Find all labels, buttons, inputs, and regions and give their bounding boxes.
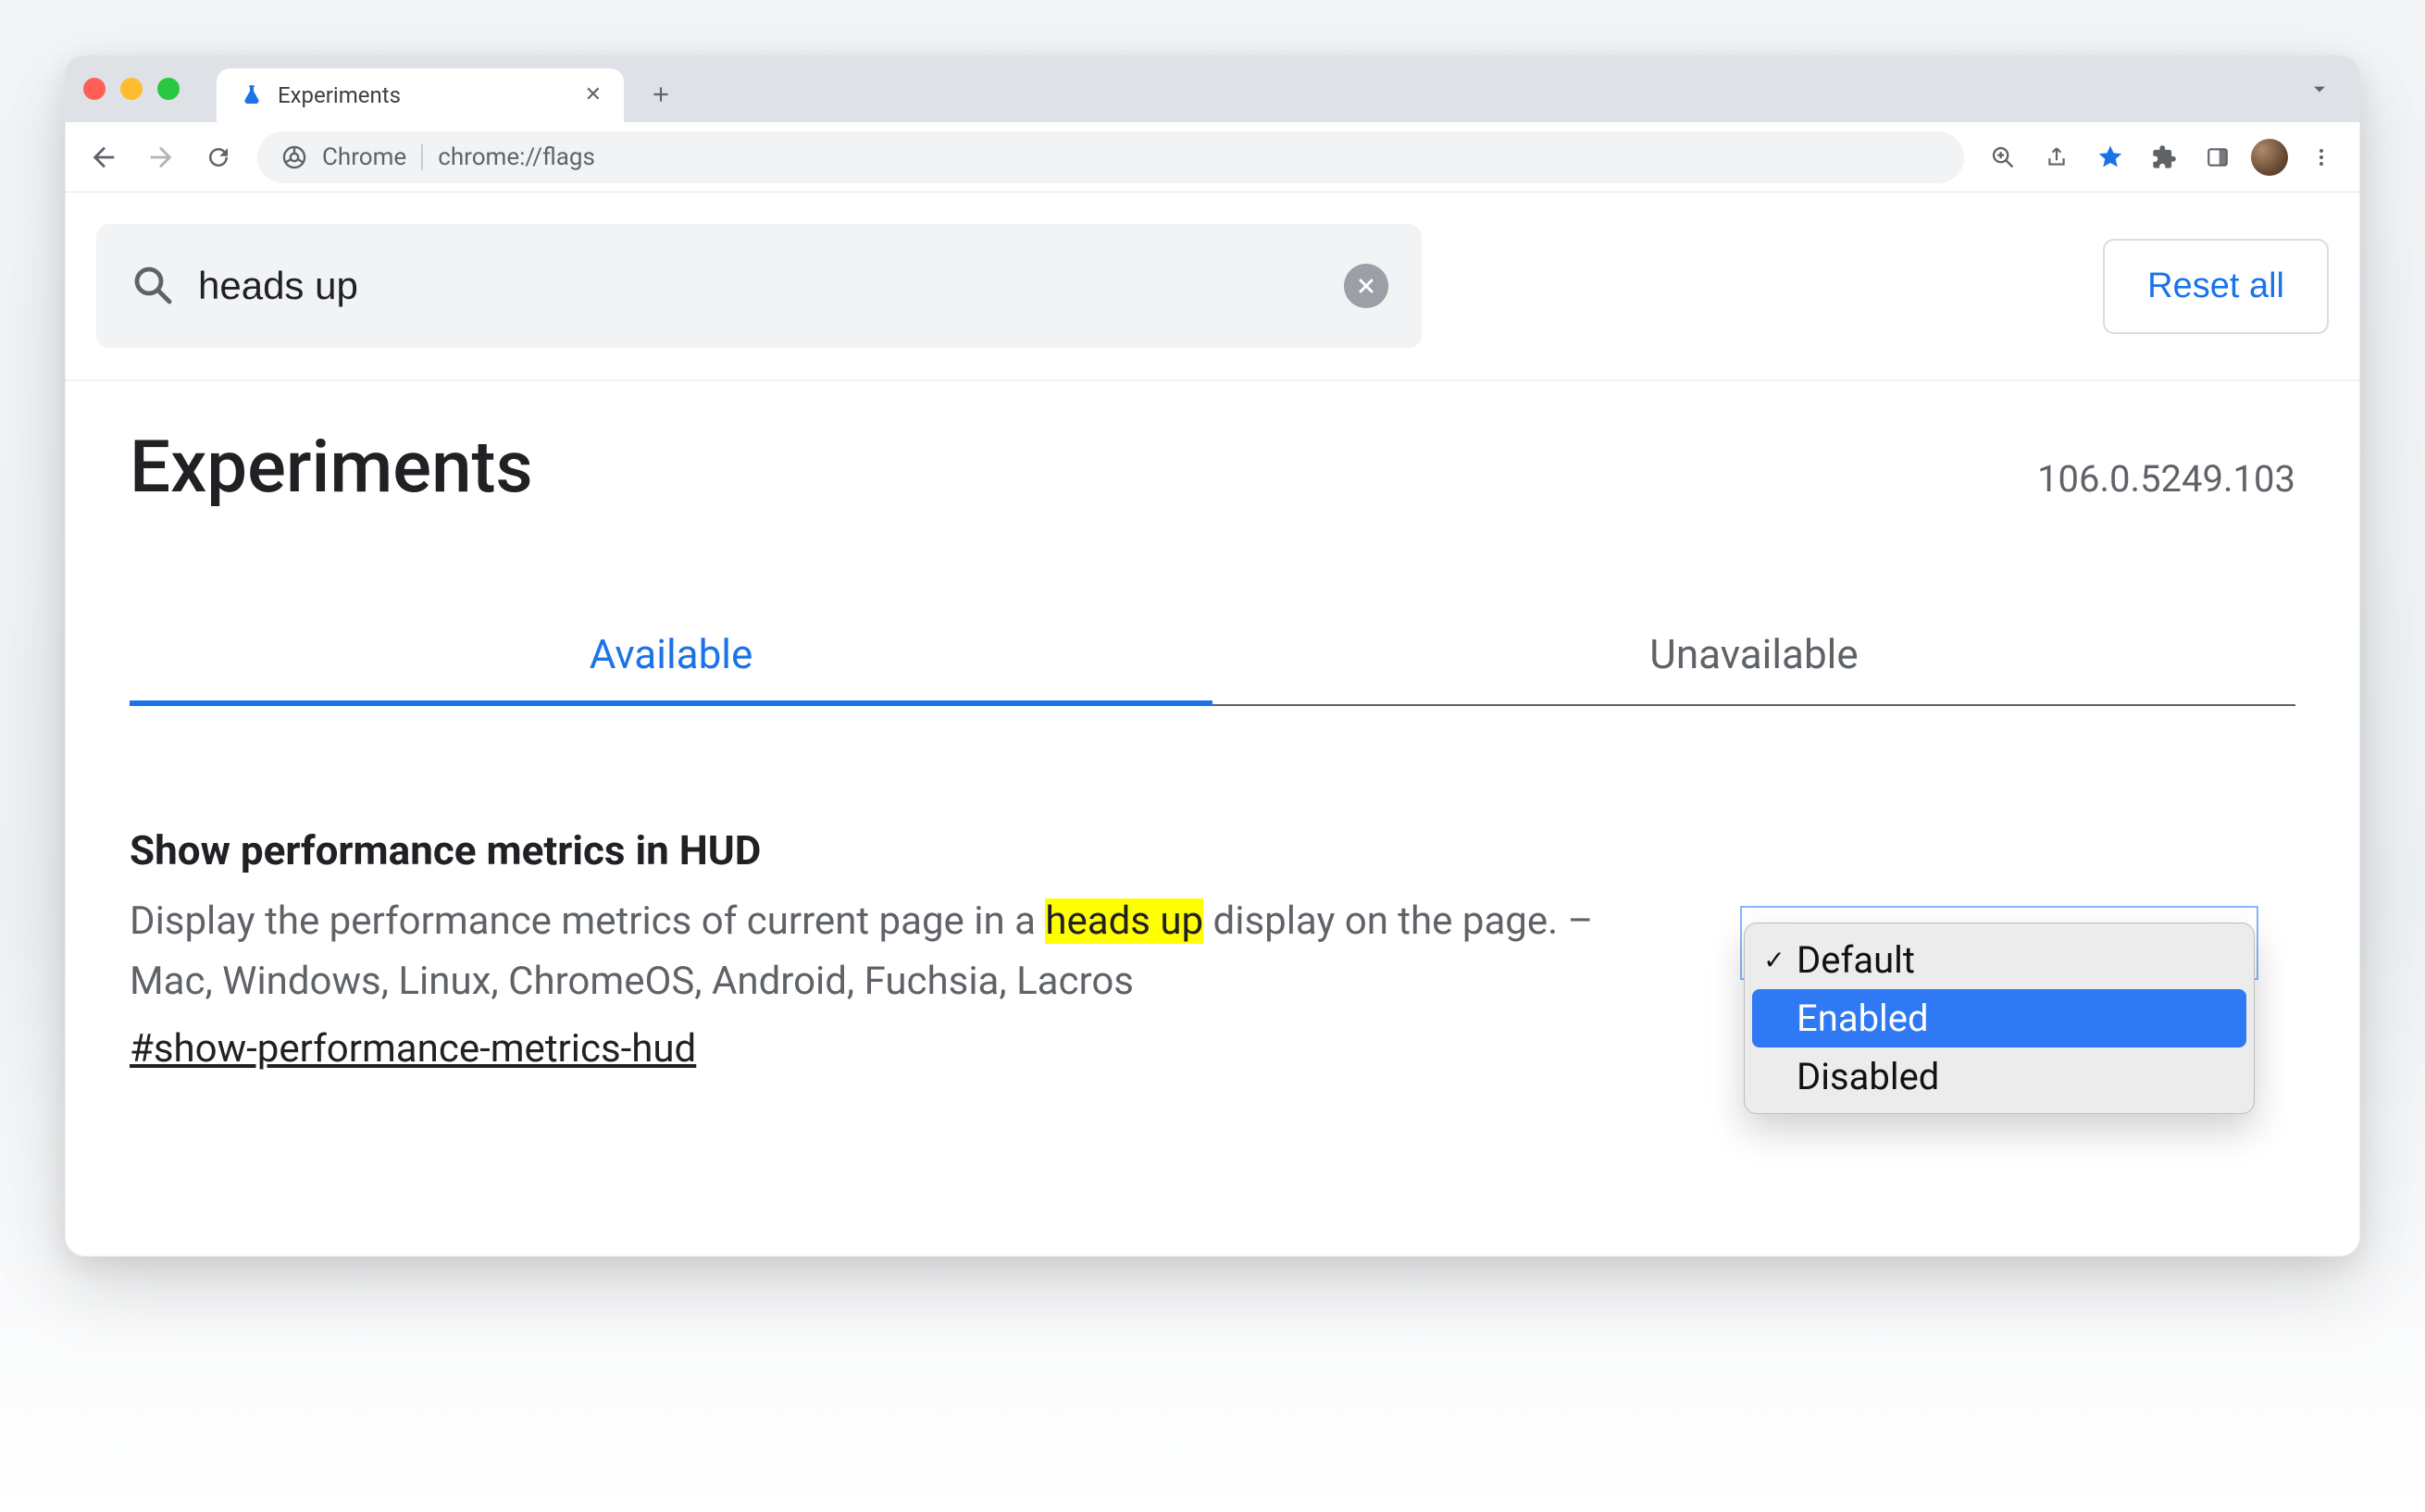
zoom-button[interactable]: [1977, 131, 2029, 183]
browser-window: Experiments ✕ Chrome chrome://flags: [65, 56, 2360, 1257]
page-title: Experiments: [130, 426, 533, 510]
sidepanel-button[interactable]: [2192, 131, 2244, 183]
experiment-tabs: Available Unavailable: [130, 630, 2295, 706]
flag-anchor-link[interactable]: #show-performance-metrics-hud: [130, 1026, 696, 1072]
window-close-button[interactable]: [83, 78, 106, 100]
toolbar: Chrome chrome://flags: [65, 122, 2360, 192]
flag-text: Show performance metrics in HUD Display …: [130, 826, 1685, 1072]
reload-button[interactable]: [193, 131, 244, 183]
option-disabled-label: Disabled: [1797, 1055, 1939, 1098]
search-icon: [130, 262, 174, 310]
flags-page: Reset all Experiments 106.0.5249.103 Ava…: [65, 192, 2360, 1257]
version-label: 106.0.5249.103: [2037, 457, 2295, 501]
flag-title: Show performance metrics in HUD: [130, 826, 1685, 874]
back-button[interactable]: [78, 131, 130, 183]
toolbar-right: [1977, 131, 2347, 183]
tab-search-button[interactable]: [2307, 76, 2332, 105]
bookmark-button[interactable]: [2084, 131, 2136, 183]
flag-desc-before: Display the performance metrics of curre…: [130, 899, 1045, 944]
tab-title: Experiments: [278, 82, 572, 108]
flags-search-input[interactable]: [196, 263, 1322, 309]
browser-tab[interactable]: Experiments ✕: [217, 68, 624, 122]
flag-row: Show performance metrics in HUD Display …: [65, 706, 2360, 1257]
header-row: Experiments 106.0.5249.103: [65, 381, 2360, 528]
share-button[interactable]: [2031, 131, 2083, 183]
flag-desc-highlight: heads up: [1045, 899, 1203, 944]
macos-window-controls: [83, 78, 180, 100]
option-disabled[interactable]: Disabled: [1752, 1047, 2246, 1106]
search-row: Reset all: [65, 192, 2360, 381]
flags-search-box[interactable]: [96, 224, 1422, 348]
select-popup: ✓ Default Enabled Disabled: [1744, 923, 2255, 1114]
check-icon: ✓: [1761, 945, 1787, 975]
tab-available[interactable]: Available: [130, 630, 1212, 706]
clear-search-button[interactable]: [1344, 264, 1388, 308]
profile-avatar[interactable]: [2251, 139, 2288, 176]
chrome-icon: [281, 144, 307, 170]
option-enabled-label: Enabled: [1797, 997, 1929, 1040]
flag-select[interactable]: ✓ Default Enabled Disabled: [1740, 906, 2258, 1072]
address-url: chrome://flags: [438, 143, 595, 171]
forward-button[interactable]: [135, 131, 187, 183]
address-bar[interactable]: Chrome chrome://flags: [257, 131, 1964, 183]
option-enabled[interactable]: Enabled: [1752, 989, 2246, 1047]
flag-description: Display the performance metrics of curre…: [130, 891, 1685, 1011]
option-default-label: Default: [1797, 938, 1915, 982]
flask-icon: [239, 82, 265, 108]
address-separator: [421, 144, 423, 170]
extensions-button[interactable]: [2138, 131, 2190, 183]
new-tab-button[interactable]: [637, 70, 685, 118]
tab-close-icon[interactable]: ✕: [585, 85, 602, 105]
window-minimize-button[interactable]: [120, 78, 143, 100]
tab-strip: Experiments ✕: [65, 56, 2360, 122]
option-default[interactable]: ✓ Default: [1752, 931, 2246, 989]
address-prefix: Chrome: [322, 143, 406, 171]
window-zoom-button[interactable]: [157, 78, 180, 100]
reset-all-button[interactable]: Reset all: [2103, 239, 2329, 334]
tab-unavailable[interactable]: Unavailable: [1212, 630, 2295, 706]
menu-button[interactable]: [2295, 131, 2347, 183]
